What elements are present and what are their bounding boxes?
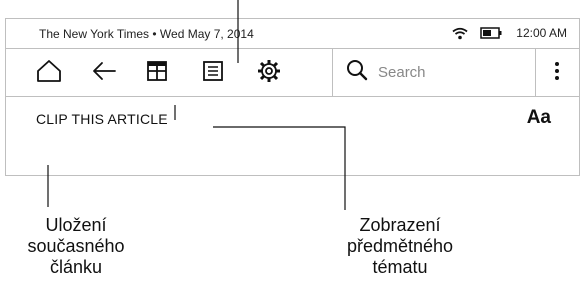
caption-save-article: Uložení současného článku: [6, 215, 146, 278]
caption-line: Zobrazení: [359, 215, 441, 235]
caption-line: současného: [27, 236, 125, 256]
caption-line: předmětného: [346, 236, 454, 256]
callout-line-topic: [213, 126, 346, 210]
caption-line: článku: [49, 257, 103, 277]
caption-view-topic: Zobrazení předmětného tématu: [320, 215, 480, 278]
caption-line: Uložení: [45, 215, 107, 235]
caption-line: tématu: [372, 257, 428, 277]
